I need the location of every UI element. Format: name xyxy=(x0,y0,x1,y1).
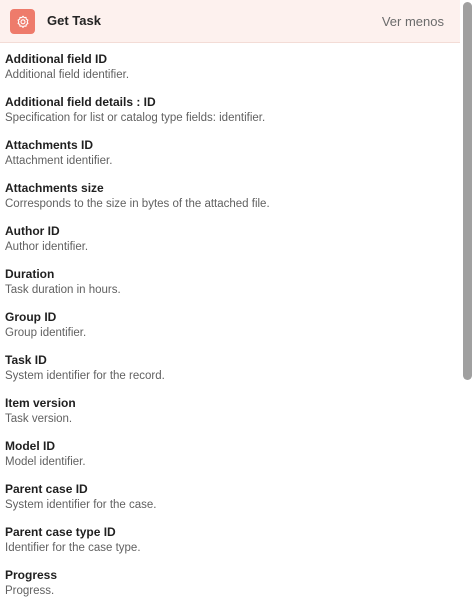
field-item[interactable]: Group ID Group identifier. xyxy=(0,302,460,345)
field-name: Task ID xyxy=(5,353,47,367)
field-description: Model identifier. xyxy=(5,456,86,468)
field-item[interactable]: Model ID Model identifier. xyxy=(0,431,460,474)
field-description: Attachment identifier. xyxy=(5,155,113,167)
field-description: Corresponds to the size in bytes of the … xyxy=(5,198,270,210)
field-description: Identifier for the case type. xyxy=(5,542,141,554)
field-name: Additional field ID xyxy=(5,52,107,66)
field-name: Group ID xyxy=(5,310,57,324)
field-item[interactable]: Attachments ID Attachment identifier. xyxy=(0,130,460,173)
action-title: Get Task xyxy=(47,13,101,28)
dynamic-content-panel: Get Task Ver menos Additional field ID Ad… xyxy=(0,0,476,607)
field-item[interactable]: Task ID System identifier for the record. xyxy=(0,345,460,388)
field-name: Parent case type ID xyxy=(5,525,116,539)
field-item[interactable]: Progress Progress. xyxy=(0,560,460,603)
field-description: Group identifier. xyxy=(5,327,87,339)
field-item[interactable]: Attachments size Corresponds to the size … xyxy=(0,173,460,216)
field-description: Author identifier. xyxy=(5,241,89,253)
scrollbar-thumb[interactable] xyxy=(463,2,472,380)
scrollbar[interactable] xyxy=(460,0,476,607)
field-description: Additional field identifier. xyxy=(5,69,130,81)
field-description: System identifier for the case. xyxy=(5,499,157,511)
field-item[interactable]: Parent case ID System identifier for the … xyxy=(0,474,460,517)
action-header: Get Task Ver menos xyxy=(0,0,460,43)
field-name: Author ID xyxy=(5,224,60,238)
field-description: Task version. xyxy=(5,413,73,425)
field-name: Attachments ID xyxy=(5,138,94,152)
field-item[interactable]: Additional field details : ID Specificati… xyxy=(0,87,460,130)
field-description: System identifier for the record. xyxy=(5,370,165,382)
field-name: Parent case ID xyxy=(5,482,88,496)
field-name: Attachments size xyxy=(5,181,104,195)
see-less-link[interactable]: Ver menos xyxy=(382,14,444,30)
field-description: Task duration in hours. xyxy=(5,284,121,296)
field-item[interactable]: Item version Task version. xyxy=(0,388,460,431)
field-description: Progress. xyxy=(5,585,55,597)
field-item[interactable]: Duration Task duration in hours. xyxy=(0,259,460,302)
field-name: Model ID xyxy=(5,439,55,453)
field-description: Specification for list or catalog type f… xyxy=(5,112,266,124)
field-name: Progress xyxy=(5,568,58,582)
field-name: Duration xyxy=(5,267,55,281)
field-name: Additional field details : ID xyxy=(5,95,156,109)
field-item[interactable]: Additional field ID Additional field iden… xyxy=(0,44,460,87)
field-list: Additional field ID Additional field iden… xyxy=(0,44,460,603)
field-item[interactable]: Author ID Author identifier. xyxy=(0,216,460,259)
field-item[interactable]: Parent case type ID Identifier for the ca… xyxy=(0,517,460,560)
task-settings-icon xyxy=(10,9,35,34)
field-name: Item version xyxy=(5,396,76,410)
